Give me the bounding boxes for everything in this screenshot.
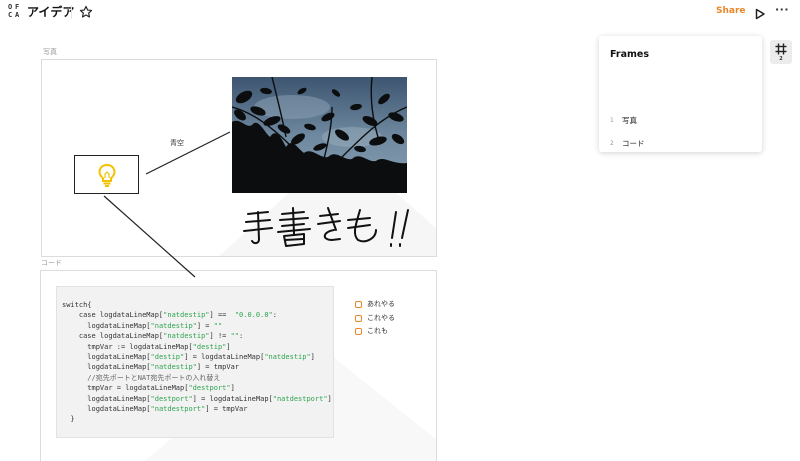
code-token: :	[239, 332, 244, 341]
frames-panel-title: Frames	[610, 49, 649, 60]
code-string-token: "natdestip"	[150, 363, 197, 372]
code-token: ]	[327, 394, 332, 403]
frame-label[interactable]: コード	[41, 260, 62, 267]
checklist-item[interactable]: あれやる	[355, 298, 395, 312]
code-line: logdataLineMap["natdestport"] = tmpVar	[62, 404, 333, 414]
star-icon[interactable]	[79, 4, 93, 18]
frame-name: 写真	[622, 116, 637, 126]
frames-panel-item[interactable]: 1 写真	[610, 114, 637, 128]
code-token: }	[62, 415, 75, 424]
code-string-token: "destport"	[150, 394, 193, 403]
code-line: logdataLineMap["destport"] = logdataLine…	[62, 394, 333, 404]
checklist-item[interactable]: これやる	[355, 312, 395, 326]
code-line: logdataLineMap["natdestip"] = ""	[62, 321, 333, 331]
code-token: case logdataLineMap[	[62, 311, 164, 320]
code-token: ] =	[196, 321, 214, 330]
code-token: case logdataLineMap[	[62, 332, 164, 341]
code-line: switch{	[62, 300, 333, 310]
code-string-token: "destip"	[192, 342, 227, 351]
code-line: //宛先ポートとNAT宛先ポートの入れ替え	[62, 373, 333, 383]
code-token: ] = logdataLineMap[	[192, 394, 273, 403]
code-comment-token: //宛先ポートとNAT宛先ポートの入れ替え	[62, 373, 221, 382]
more-icon[interactable]: ···	[775, 4, 789, 15]
checklist-item-label: これやる	[367, 313, 395, 322]
code-string-token: "natdestip"	[264, 352, 311, 361]
checklist: あれやる これやる これも	[355, 298, 395, 339]
code-string-token: "0.0.0.0"	[234, 311, 273, 320]
code-token: logdataLineMap[	[62, 404, 151, 413]
frame-label[interactable]: 写真	[43, 49, 57, 56]
frame-number: 1	[610, 117, 614, 124]
checkbox[interactable]	[355, 328, 362, 336]
code-token: ]	[230, 384, 235, 393]
code-token: ] !=	[209, 332, 231, 341]
handwriting-drawing[interactable]	[242, 206, 422, 250]
frame-number: 2	[610, 140, 614, 147]
checkbox[interactable]	[355, 301, 362, 309]
code-token: ] = tmpVar	[205, 404, 248, 413]
logo-letter: C	[8, 11, 13, 19]
logo-letter: O	[8, 3, 13, 11]
code-token: logdataLineMap[	[62, 363, 151, 372]
frames-panel-item[interactable]: 2 コード	[610, 137, 645, 151]
divider	[71, 5, 72, 19]
code-string-token: "natdestport"	[150, 404, 206, 413]
frame-icon	[775, 43, 787, 55]
code-string-token: "destip"	[150, 352, 185, 361]
code-line: case logdataLineMap["natdestip"] == "0.0…	[62, 310, 333, 320]
lightbulb-icon	[98, 163, 116, 187]
code-string-token: ""	[213, 321, 223, 330]
logo-letter: A	[15, 11, 20, 19]
code-token: ] = logdataLineMap[	[184, 352, 265, 361]
photo-graphic	[232, 77, 407, 193]
frames-toggle-button[interactable]: 2	[770, 40, 792, 64]
code-token: tmpVar = logdataLineMap[	[62, 384, 189, 393]
code-token: switch{	[62, 301, 92, 309]
frame-name: コード	[622, 139, 645, 149]
checklist-item-label: あれやる	[367, 300, 395, 309]
code-string-token: "natdestip"	[163, 332, 210, 341]
idea-shape[interactable]	[74, 155, 139, 194]
code-line: case logdataLineMap["natdestip"] != "":	[62, 331, 333, 341]
code-string-token: ""	[230, 332, 240, 341]
logo-letter: F	[15, 3, 20, 11]
code-block[interactable]: switch{ case logdataLineMap["natdestip"]…	[56, 286, 334, 438]
checklist-item[interactable]: これも	[355, 325, 395, 339]
board-title[interactable]: アイデア	[27, 5, 74, 19]
code-token: tmpVar := logdataLineMap[	[62, 342, 193, 351]
checkbox[interactable]	[355, 314, 362, 322]
code-line: tmpVar = logdataLineMap["destport"]	[62, 383, 333, 393]
code-line: logdataLineMap["natdestip"] = tmpVar	[62, 362, 333, 372]
code-string-token: "destport"	[188, 384, 231, 393]
code-token: :	[272, 311, 277, 320]
code-string-token: "natdestport"	[272, 394, 328, 403]
code-token: logdataLineMap[	[62, 321, 151, 330]
top-bar: O F C A アイデア Share ···	[0, 0, 800, 26]
code-token: logdataLineMap[	[62, 352, 151, 361]
checklist-item-label: これも	[367, 327, 388, 336]
code-token: ]	[310, 352, 315, 361]
play-icon[interactable]	[754, 5, 766, 20]
code-string-token: "natdestip"	[150, 321, 197, 330]
code-string-token: "natdestip"	[163, 311, 210, 320]
code-token: ] = tmpVar	[196, 363, 240, 372]
code-line: logdataLineMap["destip"] = logdataLineMa…	[62, 352, 333, 362]
frames-panel: Frames 1 写真 2 コード	[599, 36, 762, 152]
handwriting-strokes	[243, 207, 409, 247]
share-button[interactable]: Share	[716, 6, 746, 17]
frames-count: 2	[779, 56, 783, 62]
logo-icon[interactable]: O F C A	[8, 4, 22, 20]
edge-label[interactable]: 青空	[170, 140, 184, 147]
code-line: tmpVar := logdataLineMap["destip"]	[62, 342, 333, 352]
code-line: }	[62, 414, 333, 424]
code-token: ] ==	[209, 311, 235, 320]
photo-image[interactable]	[232, 77, 407, 193]
code-token: ]	[226, 342, 231, 351]
code-token: logdataLineMap[	[62, 394, 151, 403]
